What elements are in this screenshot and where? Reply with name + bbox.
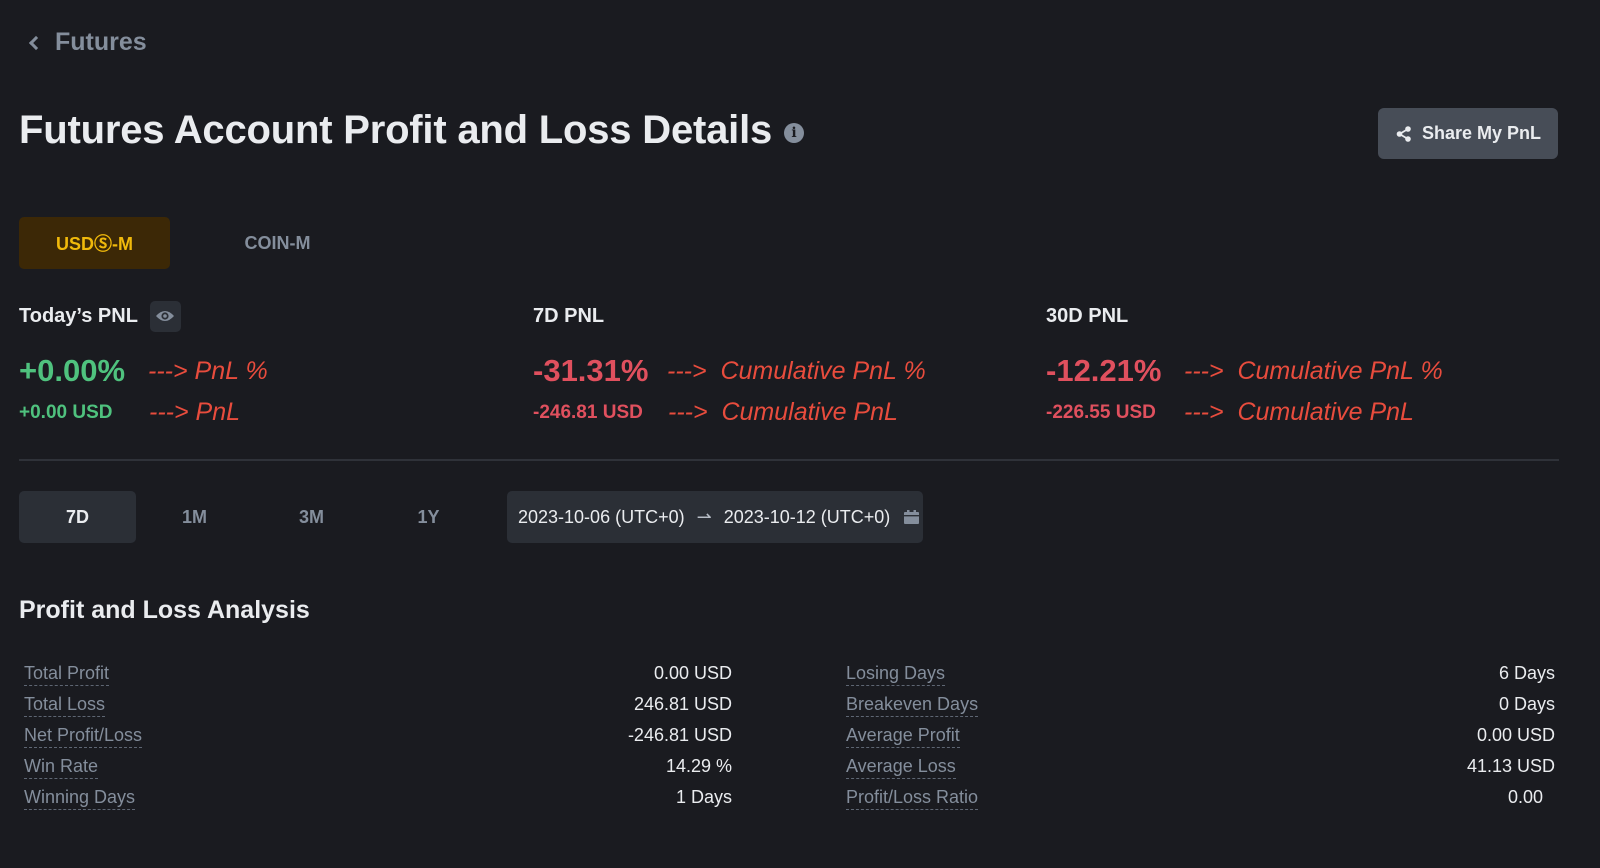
stat-label[interactable]: Winning Days: [24, 786, 136, 810]
stat-value: 0.00 USD: [1476, 725, 1555, 745]
toggle-visibility-button[interactable]: [149, 300, 181, 332]
today-pnl-label: Today’s PNL: [19, 304, 138, 327]
stat-value: 246.81 USD: [633, 694, 732, 714]
tab-coin-m[interactable]: COIN-M: [202, 217, 353, 269]
30d-pnl-usd: -226.55 USD: [1046, 401, 1156, 423]
stat-label[interactable]: Average Loss: [846, 755, 956, 779]
stat-row-total-loss: Total Loss 246.81 USD: [24, 693, 732, 724]
stat-value: 1 Days: [675, 787, 732, 807]
calendar-icon[interactable]: [904, 510, 920, 524]
tab-1m[interactable]: 1M: [136, 491, 253, 543]
date-range-picker[interactable]: 2023-10-06 (UTC+0) ⇀ 2023-10-12 (UTC+0): [507, 491, 923, 543]
stat-row-average-profit: Average Profit 0.00 USD: [846, 724, 1555, 755]
stat-row-win-rate: Win Rate 14.29 %: [24, 755, 732, 786]
tab-usds-m[interactable]: USDⓈ-M: [19, 217, 170, 269]
eye-icon: [156, 311, 175, 321]
30d-pnl-percent-annotation: ---> Cumulative PnL %: [1184, 356, 1443, 385]
back-to-futures-link[interactable]: Futures: [26, 28, 147, 57]
back-label: Futures: [55, 28, 147, 56]
stat-label[interactable]: Win Rate: [24, 755, 99, 779]
share-label: Share My PnL: [1421, 123, 1542, 143]
stat-row-average-loss: Average Loss 41.13 USD: [846, 755, 1555, 786]
stat-value: 14.29 %: [665, 756, 732, 776]
stat-label[interactable]: Total Loss: [24, 693, 106, 717]
stat-label[interactable]: Profit/Loss Ratio: [846, 786, 979, 810]
today-pnl-card: Today’s PNL +0.00% ---> PnL % +0.00 USD …: [19, 300, 268, 426]
arrow-right-icon: ⇀: [696, 506, 712, 527]
stat-row-net-profit-loss: Net Profit/Loss -246.81 USD: [24, 724, 732, 755]
stat-value: 0.00: [1507, 787, 1543, 807]
stat-row-breakeven-days: Breakeven Days 0 Days: [846, 693, 1555, 724]
stat-label[interactable]: Total Profit: [24, 662, 110, 686]
stat-value: -246.81 USD: [627, 725, 732, 745]
section-divider: [19, 459, 1559, 461]
chevron-left-icon: [28, 35, 44, 50]
stat-row-losing-days: Losing Days 6 Days: [846, 662, 1555, 693]
tab-1y[interactable]: 1Y: [370, 491, 487, 543]
share-my-pnl-button[interactable]: Share My PnL: [1378, 108, 1558, 159]
share-icon: [1396, 125, 1411, 142]
today-pnl-usd-annotation: ---> PnL: [149, 398, 241, 426]
analysis-right-column: Losing Days 6 Days Breakeven Days 0 Days…: [846, 662, 1555, 817]
7d-pnl-card: 7D PNL -31.31% ---> Cumulative PnL % -24…: [533, 300, 926, 427]
stat-label[interactable]: Losing Days: [846, 662, 946, 686]
stat-value: 6 Days: [1498, 663, 1555, 683]
stat-row-total-profit: Total Profit 0.00 USD: [24, 662, 732, 693]
stat-label[interactable]: Breakeven Days: [846, 693, 979, 717]
today-pnl-usd: +0.00 USD: [19, 401, 113, 423]
7d-pnl-percent-annotation: ---> Cumulative PnL %: [667, 356, 926, 385]
7d-pnl-usd-annotation: ---> Cumulative PnL: [668, 398, 898, 426]
date-range-start[interactable]: 2023-10-06 (UTC+0): [518, 507, 685, 528]
stat-label[interactable]: Net Profit/Loss: [24, 724, 143, 748]
info-icon[interactable]: i: [784, 122, 805, 143]
stat-value: 0.00 USD: [653, 663, 732, 683]
page-header: Futures Account Profit and Loss Details …: [19, 108, 805, 153]
tab-7d[interactable]: 7D: [19, 491, 136, 543]
7d-pnl-label: 7D PNL: [533, 304, 605, 327]
date-range-end[interactable]: 2023-10-12 (UTC+0): [724, 507, 891, 528]
tab-3m[interactable]: 3M: [253, 491, 370, 543]
7d-pnl-usd: -246.81 USD: [533, 401, 643, 423]
page-title: Futures Account Profit and Loss Details: [19, 108, 773, 152]
stat-value: 41.13 USD: [1466, 756, 1555, 776]
stat-value: 0 Days: [1498, 694, 1555, 714]
period-tabs: 7D 1M 3M 1Y: [19, 491, 487, 543]
stat-row-profit-loss-ratio: Profit/Loss Ratio 0.00: [846, 786, 1555, 817]
7d-pnl-percent: -31.31%: [533, 353, 649, 388]
analysis-left-column: Total Profit 0.00 USD Total Loss 246.81 …: [24, 662, 732, 817]
today-pnl-percent-annotation: ---> PnL %: [148, 356, 268, 385]
30d-pnl-percent: -12.21%: [1046, 353, 1162, 388]
margin-type-tabs: USDⓈ-M COIN-M: [19, 217, 385, 269]
stat-row-winning-days: Winning Days 1 Days: [24, 786, 732, 817]
30d-pnl-card: 30D PNL -12.21% ---> Cumulative PnL % -2…: [1046, 300, 1443, 427]
30d-pnl-usd-annotation: ---> Cumulative PnL: [1184, 398, 1414, 426]
stat-label[interactable]: Average Profit: [846, 724, 960, 748]
today-pnl-percent: +0.00%: [19, 353, 126, 388]
30d-pnl-label: 30D PNL: [1046, 304, 1129, 327]
analysis-title: Profit and Loss Analysis: [19, 596, 310, 624]
